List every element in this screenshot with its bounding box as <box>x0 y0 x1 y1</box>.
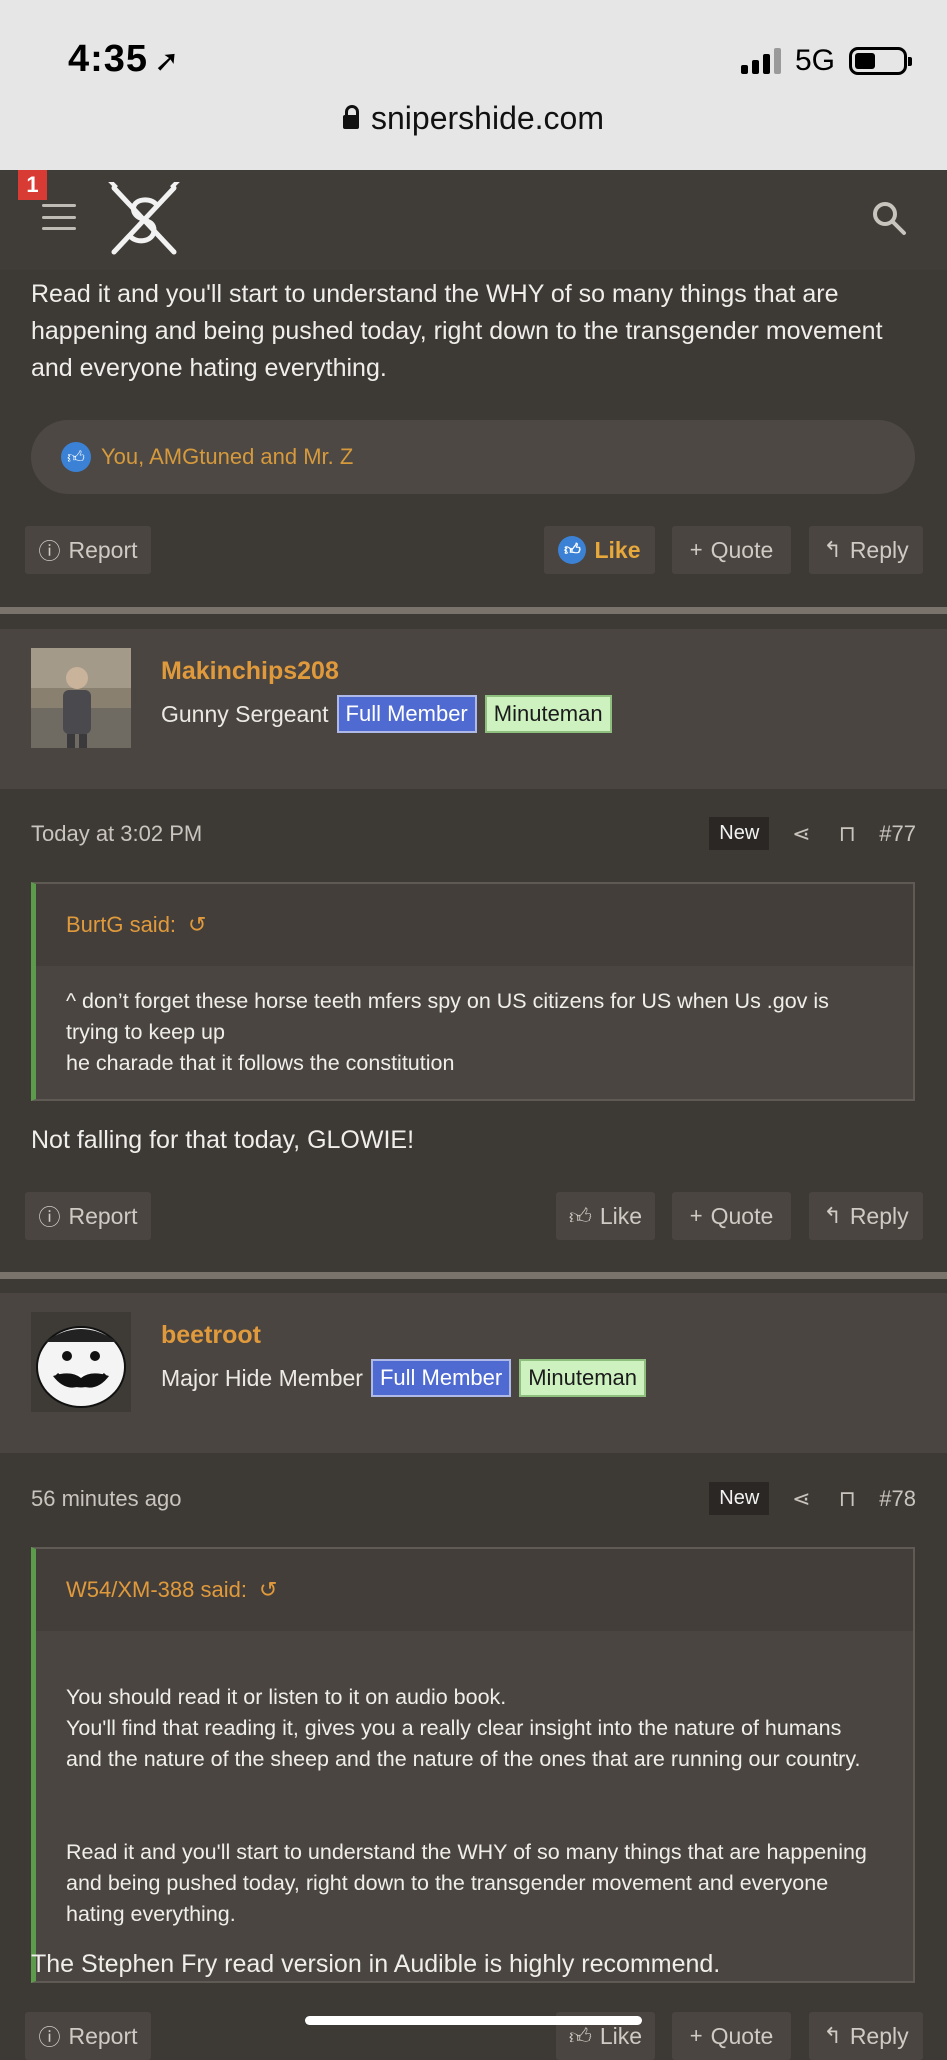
post-author-bar: Makinchips208 Gunny Sergeant Full Member… <box>0 629 947 789</box>
notification-badge[interactable]: 1 <box>18 170 47 200</box>
quote-paragraph: Read it and you'll start to understand t… <box>66 1840 867 1926</box>
reactions-text: You, AMGtuned and Mr. Z <box>101 444 354 469</box>
avatar[interactable] <box>31 648 131 748</box>
full-member-badge: Full Member <box>370 1359 512 1397</box>
go-to-quote-icon[interactable]: ↺ <box>188 912 206 938</box>
plus-icon: + <box>689 537 703 562</box>
status-indicators: 5G <box>740 44 912 78</box>
thumbs-up-icon: 👍︎ <box>568 2023 592 2049</box>
post-number[interactable]: #77 <box>879 821 916 847</box>
post-number[interactable]: #78 <box>879 1486 916 1512</box>
url-text: snipershide.com <box>371 100 604 136</box>
reply-button[interactable]: ↰ Reply <box>809 526 923 574</box>
reply-icon: ↰ <box>823 2023 842 2048</box>
share-icon[interactable]: ⋖ <box>787 821 815 847</box>
quote-author[interactable]: W54/XM-388 said: <box>66 1577 247 1603</box>
plus-icon: + <box>689 2023 703 2048</box>
username[interactable]: Makinchips208 <box>161 657 339 686</box>
username[interactable]: beetroot <box>161 1321 261 1350</box>
avatar[interactable] <box>31 1312 131 1412</box>
minuteman-badge: Minuteman <box>484 695 612 733</box>
report-button[interactable]: ⓘ Report <box>25 2012 151 2060</box>
url-bar[interactable]: snipershide.com <box>0 100 947 137</box>
user-title-row: Major Hide Member Full Member Minuteman <box>161 1359 647 1397</box>
quote-paragraph: You should read it or listen to it on au… <box>66 1685 861 1771</box>
quote-author[interactable]: BurtG said: <box>66 912 176 938</box>
location-arrow-icon: ➚ <box>154 45 181 78</box>
new-badge: New <box>709 1482 770 1515</box>
site-header: 1 <box>0 170 947 270</box>
thumbs-up-icon: 👍︎ <box>558 536 587 564</box>
status-bar: 4:35 ➚ 5G snipershide.com <box>0 0 947 170</box>
site-logo[interactable] <box>108 182 180 258</box>
bookmark-icon[interactable]: ⊓ <box>833 821 861 847</box>
user-rank: Gunny Sergeant <box>161 700 329 727</box>
post-date[interactable]: Today at 3:02 PM <box>31 821 202 847</box>
quote-block: W54/XM-388 said: ↺ You should read it or… <box>31 1547 915 1983</box>
reactions-bar[interactable]: 👍︎ You, AMGtuned and Mr. Z <box>31 420 915 494</box>
quote-line: he charade that it follows the constitut… <box>66 1051 455 1075</box>
quote-button[interactable]: + Quote <box>672 1192 791 1240</box>
quote-block: BurtG said: ↺ ^ don’t forget these horse… <box>31 882 915 1101</box>
reply-icon: ↰ <box>823 537 842 562</box>
post-date[interactable]: 56 minutes ago <box>31 1486 181 1512</box>
like-button[interactable]: 👍︎ Like <box>544 526 655 574</box>
network-label: 5G <box>794 44 835 77</box>
minuteman-badge: Minuteman <box>519 1359 647 1397</box>
report-button[interactable]: ⓘ Report <box>25 1192 151 1240</box>
alert-icon: ⓘ <box>38 539 61 564</box>
report-button[interactable]: ⓘ Report <box>25 526 151 574</box>
plus-icon: + <box>689 1203 703 1228</box>
post-divider <box>0 607 947 614</box>
reply-button[interactable]: ↰ Reply <box>809 1192 923 1240</box>
signal-icon <box>740 48 781 74</box>
go-to-quote-icon[interactable]: ↺ <box>259 1577 277 1603</box>
battery-icon <box>849 47 912 75</box>
bookmark-icon[interactable]: ⊓ <box>833 1486 861 1512</box>
search-icon[interactable] <box>871 200 907 236</box>
quote-button[interactable]: + Quote <box>672 2012 791 2060</box>
thumbs-up-icon: 👍︎ <box>568 1203 592 1229</box>
quote-body: ^ don’t forget these horse teeth mfers s… <box>36 966 913 1099</box>
post-body: The Stephen Fry read version in Audible … <box>31 1950 721 1978</box>
post-author-bar: beetroot Major Hide Member Full Member M… <box>0 1293 947 1453</box>
like-button[interactable]: 👍︎ Like <box>556 1192 655 1240</box>
quote-body: You should read it or listen to it on au… <box>36 1631 913 1981</box>
user-title-row: Gunny Sergeant Full Member Minuteman <box>161 695 612 733</box>
reply-button[interactable]: ↰ Reply <box>809 2012 923 2060</box>
quote-header[interactable]: W54/XM-388 said: ↺ <box>36 1549 913 1631</box>
menu-icon[interactable] <box>42 204 76 230</box>
status-time: 4:35 ➚ <box>68 38 181 80</box>
user-rank: Major Hide Member <box>161 1364 363 1391</box>
home-indicator[interactable] <box>305 2016 642 2025</box>
post-meta: 56 minutes ago New ⋖ ⊓ #78 <box>31 1482 916 1522</box>
quote-button[interactable]: + Quote <box>672 526 791 574</box>
new-badge: New <box>709 817 770 850</box>
alert-icon: ⓘ <box>38 2025 61 2050</box>
post-meta: Today at 3:02 PM New ⋖ ⊓ #77 <box>31 817 916 857</box>
share-icon[interactable]: ⋖ <box>787 1486 815 1512</box>
full-member-badge: Full Member <box>336 695 477 733</box>
alert-icon: ⓘ <box>38 1205 61 1230</box>
reply-icon: ↰ <box>823 1203 842 1228</box>
quote-header[interactable]: BurtG said: ↺ <box>36 884 913 966</box>
post-divider <box>0 1272 947 1279</box>
quote-line: ^ don’t forget these horse teeth mfers s… <box>66 989 829 1044</box>
post-body: Read it and you'll start to understand t… <box>31 280 883 382</box>
post-body: Not falling for that today, GLOWIE! <box>31 1126 415 1154</box>
lock-icon <box>343 105 359 129</box>
thumbs-up-icon: 👍︎ <box>61 442 91 472</box>
